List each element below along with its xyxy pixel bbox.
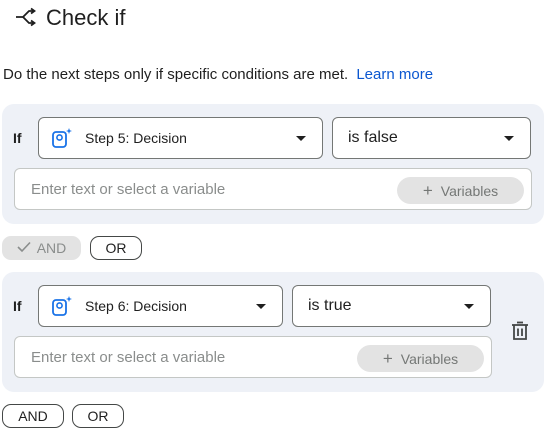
chevron-down-icon xyxy=(504,136,514,141)
condition-group-1: If Step 5: Decision is false Enter text … xyxy=(2,104,544,224)
plus-icon: + xyxy=(422,181,433,200)
panel-header: Check if xyxy=(14,4,125,32)
variables-button-label: Variables xyxy=(400,350,459,367)
variables-button[interactable]: + Variables xyxy=(357,345,484,372)
or-button-label: OR xyxy=(105,240,127,256)
page-title: Check if xyxy=(46,5,126,30)
or-button-label: OR xyxy=(87,408,109,424)
plus-icon: + xyxy=(382,349,393,368)
and-button-label: AND xyxy=(36,240,67,256)
trash-icon[interactable] xyxy=(511,321,529,341)
step-select[interactable]: Step 5: Decision xyxy=(38,117,323,159)
value-input-placeholder: Enter text or select a variable xyxy=(31,348,226,366)
and-button[interactable]: AND xyxy=(2,404,64,428)
description-text: Do the next steps only if specific condi… xyxy=(3,66,349,83)
chevron-down-icon xyxy=(256,304,266,309)
variables-button-label: Variables xyxy=(440,182,499,199)
operator-select[interactable]: is true xyxy=(292,285,491,327)
variables-button[interactable]: + Variables xyxy=(397,177,524,204)
step-decision-icon xyxy=(51,127,73,149)
learn-more-link[interactable]: Learn more xyxy=(356,66,433,83)
operator-select-value: is true xyxy=(308,297,352,314)
condition-group-2: If Step 6: Decision is true Enter text o… xyxy=(2,272,544,392)
and-button-label: AND xyxy=(18,408,48,424)
if-label: If xyxy=(13,130,22,146)
step-select-value: Step 6: Decision xyxy=(85,298,187,314)
description: Do the next steps only if specific condi… xyxy=(3,66,433,83)
chevron-down-icon xyxy=(296,136,306,141)
value-input-placeholder: Enter text or select a variable xyxy=(31,180,226,198)
operator-select-value: is false xyxy=(348,129,398,146)
branch-icon xyxy=(14,7,36,29)
or-button[interactable]: OR xyxy=(90,236,142,260)
if-label: If xyxy=(13,298,22,314)
step-decision-icon xyxy=(51,295,73,317)
step-select[interactable]: Step 6: Decision xyxy=(38,285,283,327)
check-if-panel: Check if Do the next steps only if speci… xyxy=(0,0,550,441)
chevron-down-icon xyxy=(464,304,474,309)
or-button[interactable]: OR xyxy=(72,404,124,428)
check-icon xyxy=(17,240,31,256)
and-button[interactable]: AND xyxy=(2,236,81,260)
step-select-value: Step 5: Decision xyxy=(85,130,187,146)
operator-select[interactable]: is false xyxy=(332,117,531,159)
